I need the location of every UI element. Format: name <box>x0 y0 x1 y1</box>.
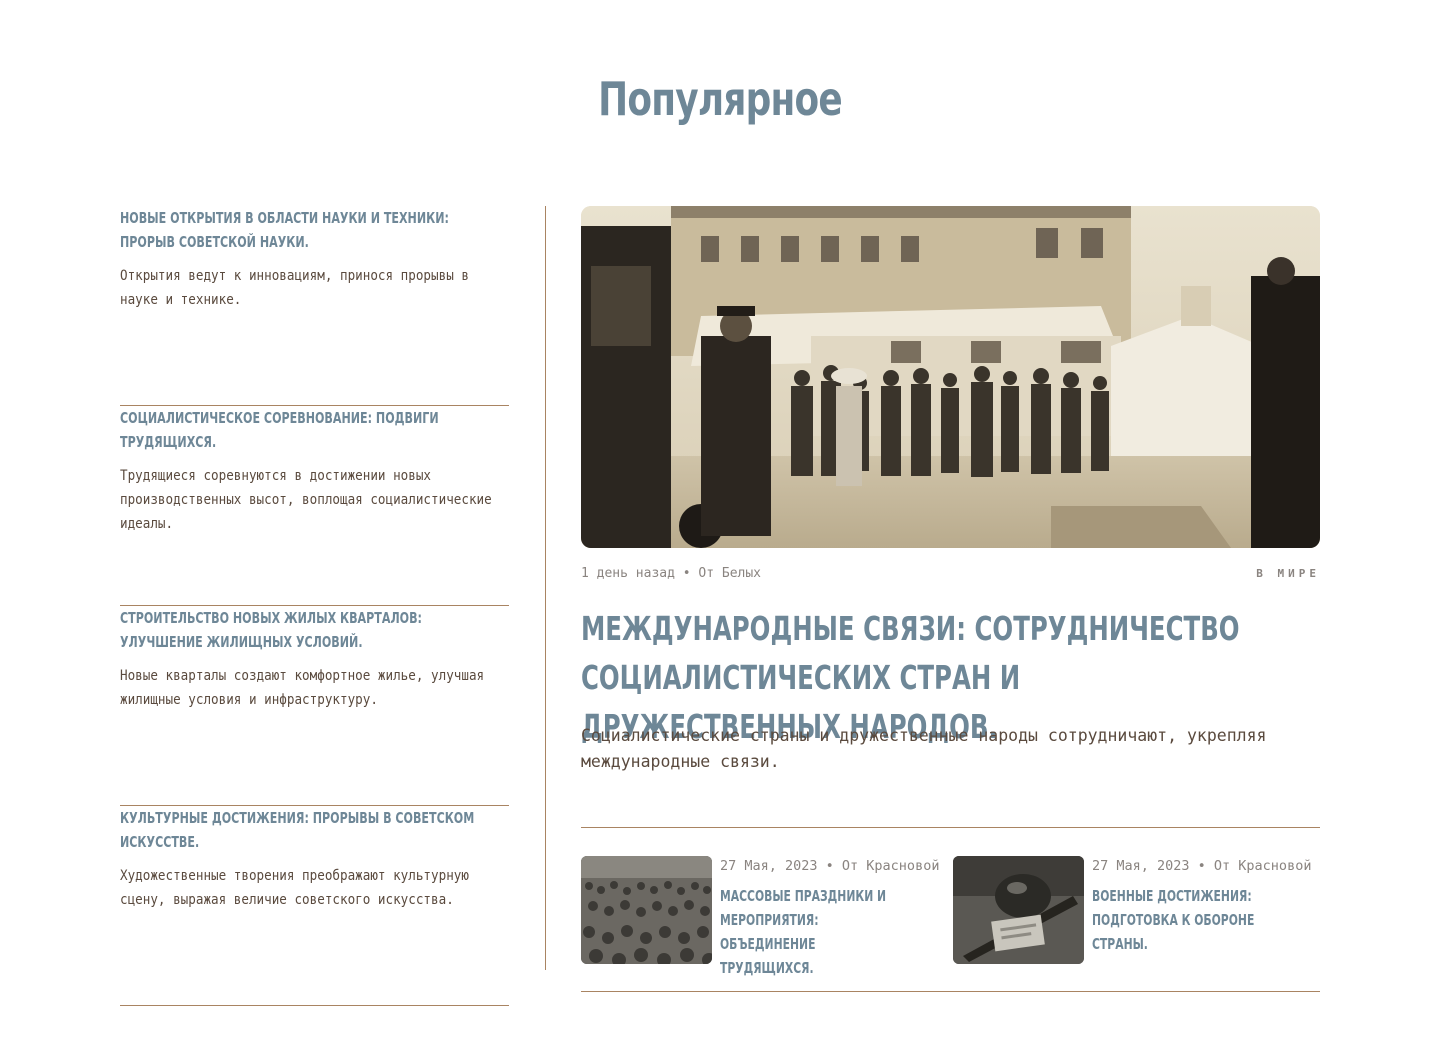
card-meta: 27 Мая, 2023 • От Красновой <box>1092 858 1312 874</box>
popular-sidebar: Новые открытия в области науки и техники… <box>120 206 509 1006</box>
sidebar-article-description: Трудящиеся соревнуются в достижении новы… <box>120 468 492 532</box>
sidebar-article-title[interactable]: Социалистическое соревнование: подвиги т… <box>120 406 490 454</box>
sepia-crowd-street-photo <box>581 206 1320 548</box>
helmet-rifle-photo <box>953 856 1084 964</box>
sidebar-article[interactable]: Новые открытия в области науки и техники… <box>120 206 509 406</box>
card-image[interactable] <box>953 856 1084 964</box>
page-title: Популярное <box>598 72 843 126</box>
sidebar-article-description: Художественные творения преображают куль… <box>120 868 469 908</box>
featured-meta-row: 1 день назад • От Белых В МИРЕ <box>581 566 1320 586</box>
sidebar-article[interactable]: Культурные достижения: прорывы в советск… <box>120 806 509 1006</box>
sidebar-article-title[interactable]: Строительство новых жилых кварталов: улу… <box>120 606 490 654</box>
sidebar-article-description: Открытия ведут к инновациям, принося про… <box>120 268 469 308</box>
news-card[interactable]: 27 Мая, 2023 • От Красновой Военные дост… <box>953 856 1320 964</box>
crowd-photo <box>581 856 712 964</box>
featured-description: Социалистические страны и дружественные … <box>581 726 1267 771</box>
news-card[interactable]: 27 Мая, 2023 • От Красновой Массовые пра… <box>581 856 951 977</box>
sidebar-article[interactable]: Социалистическое соревнование: подвиги т… <box>120 406 509 606</box>
sidebar-article-title[interactable]: Культурные достижения: прорывы в советск… <box>120 806 490 854</box>
column-divider <box>545 206 546 970</box>
card-title[interactable]: Массовые праздники и мероприятия: объеди… <box>720 884 907 980</box>
sidebar-article[interactable]: Строительство новых жилых кварталов: улу… <box>120 606 509 806</box>
featured-image[interactable] <box>581 206 1320 548</box>
divider <box>581 827 1320 828</box>
featured-meta: 1 день назад • От Белых <box>581 566 762 581</box>
sidebar-article-title[interactable]: Новые открытия в области науки и техники… <box>120 206 490 254</box>
card-image[interactable] <box>581 856 712 964</box>
card-title[interactable]: Военные достижения: подготовка к обороне… <box>1092 884 1279 956</box>
divider <box>581 991 1320 992</box>
sidebar-article-description: Новые кварталы создают комфортное жилье,… <box>120 668 485 708</box>
featured-category-link[interactable]: В МИРЕ <box>1256 567 1320 580</box>
card-meta: 27 Мая, 2023 • От Красновой <box>720 858 940 874</box>
